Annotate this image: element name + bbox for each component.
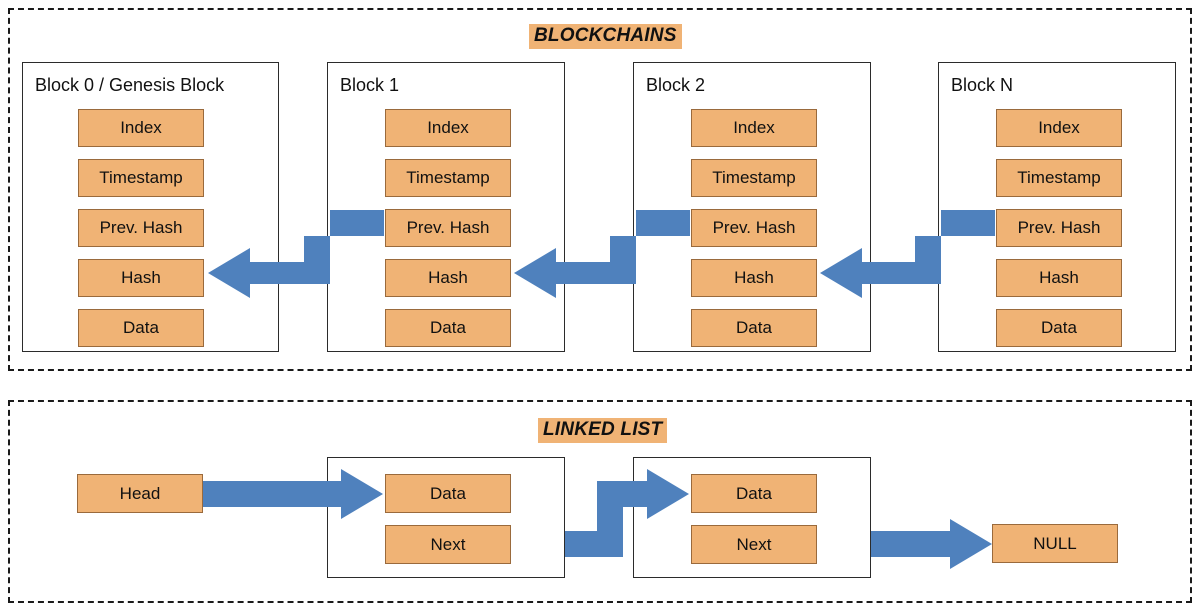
block-card-1-fields: Index Timestamp Prev. Hash Hash Data xyxy=(328,109,564,359)
block-1-field-hash[interactable]: Hash xyxy=(385,259,511,297)
block-1-field-index[interactable]: Index xyxy=(385,109,511,147)
node-1-field-next[interactable]: Next xyxy=(385,525,511,564)
linked-list-null-box[interactable]: NULL xyxy=(992,524,1118,563)
block-card-n-title: Block N xyxy=(951,75,1014,95)
block-0-field-index[interactable]: Index xyxy=(78,109,204,147)
linked-list-node-1-fields: Data Next xyxy=(328,474,564,576)
block-n-field-hash[interactable]: Hash xyxy=(996,259,1122,297)
blockchains-section-title: BLOCKCHAINS xyxy=(529,24,682,49)
diagram-canvas: BLOCKCHAINS Block 0 / Genesis Block Inde… xyxy=(0,0,1200,613)
block-n-field-data[interactable]: Data xyxy=(996,309,1122,347)
block-2-field-timestamp[interactable]: Timestamp xyxy=(691,159,817,197)
block-n-field-timestamp[interactable]: Timestamp xyxy=(996,159,1122,197)
linked-list-section-title: LINKED LIST xyxy=(538,418,668,443)
node-2-field-data[interactable]: Data xyxy=(691,474,817,513)
block-n-field-index[interactable]: Index xyxy=(996,109,1122,147)
block-1-field-timestamp[interactable]: Timestamp xyxy=(385,159,511,197)
block-2-field-hash[interactable]: Hash xyxy=(691,259,817,297)
block-card-2[interactable]: Block 2 Index Timestamp Prev. Hash Hash … xyxy=(633,62,871,352)
linked-list-node-2-fields: Data Next xyxy=(634,474,870,576)
block-card-n-fields: Index Timestamp Prev. Hash Hash Data xyxy=(939,109,1175,359)
block-card-0-fields: Index Timestamp Prev. Hash Hash Data xyxy=(23,109,278,359)
block-card-1[interactable]: Block 1 Index Timestamp Prev. Hash Hash … xyxy=(327,62,565,352)
block-2-field-prev-hash[interactable]: Prev. Hash xyxy=(691,209,817,247)
block-0-field-timestamp[interactable]: Timestamp xyxy=(78,159,204,197)
linked-list-node-1[interactable]: Data Next xyxy=(327,457,565,578)
block-0-field-prev-hash[interactable]: Prev. Hash xyxy=(78,209,204,247)
block-card-2-fields: Index Timestamp Prev. Hash Hash Data xyxy=(634,109,870,359)
block-2-field-index[interactable]: Index xyxy=(691,109,817,147)
block-card-0-title: Block 0 / Genesis Block xyxy=(35,75,225,95)
block-1-field-data[interactable]: Data xyxy=(385,309,511,347)
block-n-field-prev-hash[interactable]: Prev. Hash xyxy=(996,209,1122,247)
linked-list-node-2[interactable]: Data Next xyxy=(633,457,871,578)
block-card-1-title: Block 1 xyxy=(340,75,400,95)
node-2-field-next[interactable]: Next xyxy=(691,525,817,564)
block-2-field-data[interactable]: Data xyxy=(691,309,817,347)
block-0-field-data[interactable]: Data xyxy=(78,309,204,347)
block-0-field-hash[interactable]: Hash xyxy=(78,259,204,297)
block-1-field-prev-hash[interactable]: Prev. Hash xyxy=(385,209,511,247)
linked-list-head-box[interactable]: Head xyxy=(77,474,203,513)
block-card-n[interactable]: Block N Index Timestamp Prev. Hash Hash … xyxy=(938,62,1176,352)
node-1-field-data[interactable]: Data xyxy=(385,474,511,513)
block-card-2-title: Block 2 xyxy=(646,75,706,95)
block-card-0[interactable]: Block 0 / Genesis Block Index Timestamp … xyxy=(22,62,279,352)
